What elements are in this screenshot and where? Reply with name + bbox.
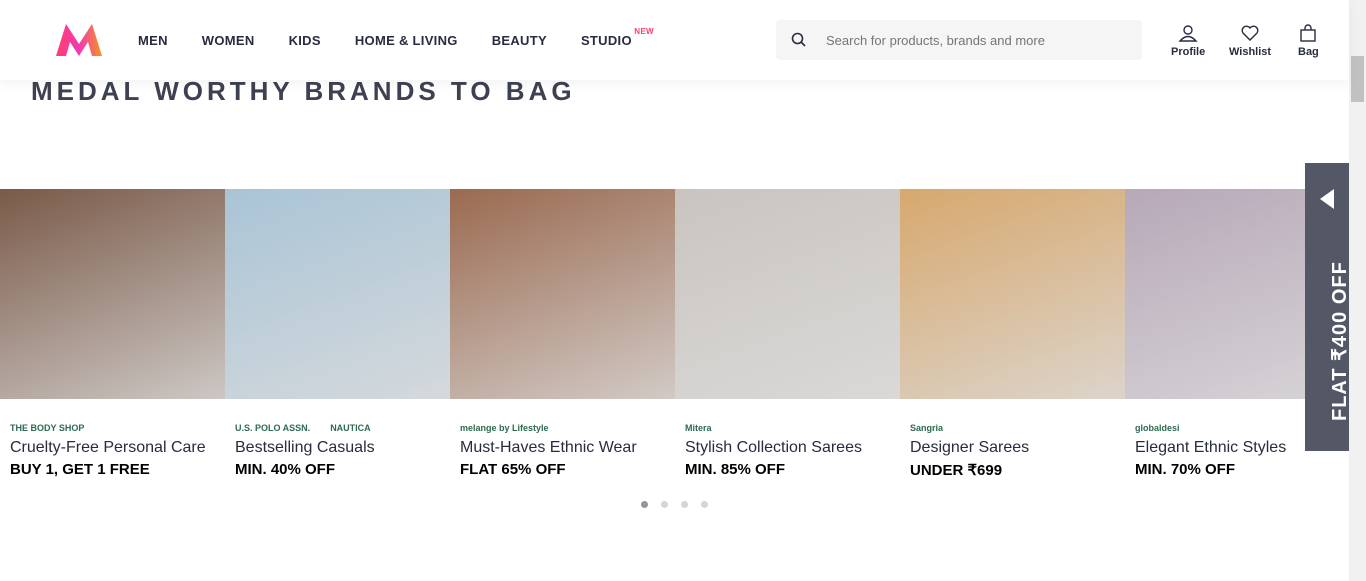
- brand-logos: U.S. POLO ASSN. NAUTICA: [235, 403, 440, 433]
- nav-beauty[interactable]: BEAUTY: [492, 33, 547, 48]
- card-image: [450, 189, 675, 399]
- card-title: Designer Sarees: [910, 439, 1030, 456]
- wishlist-button[interactable]: Wishlist: [1229, 24, 1271, 58]
- card-image: [900, 189, 1125, 399]
- search-icon: [791, 32, 806, 47]
- card-info: melange by Lifestyle Must-Haves Ethnic W…: [450, 399, 675, 484]
- brand-logos: melange by Lifestyle: [460, 403, 665, 433]
- brand-logo: Sangria: [910, 423, 944, 433]
- profile-icon: [1178, 25, 1198, 42]
- carousel-dot[interactable]: [701, 501, 708, 508]
- nav-studio-label: STUDIO: [580, 33, 632, 48]
- carousel-dot[interactable]: [641, 501, 648, 508]
- brand-logos: Mitera: [685, 403, 890, 433]
- new-badge: NEW: [634, 27, 654, 36]
- header: MEN WOMEN KIDS HOME & LIVING BEAUTY STUD…: [0, 0, 1349, 80]
- card-title: Must-Haves Ethnic Wear: [460, 439, 637, 456]
- brand-card[interactable]: Mitera Stylish Collection Sarees MIN. 85…: [675, 189, 900, 484]
- card-image: [675, 189, 900, 399]
- brand-card[interactable]: THE BODY SHOP Cruelty-Free Personal Care…: [0, 189, 225, 484]
- wishlist-label: Wishlist: [1229, 46, 1272, 58]
- arrow-left-icon: [1320, 189, 1334, 209]
- search-bar: [776, 20, 1142, 60]
- brand-logos: Sangria: [910, 403, 1115, 433]
- main-nav: MEN WOMEN KIDS HOME & LIVING BEAUTY STUD…: [138, 27, 666, 48]
- profile-button[interactable]: Profile: [1171, 24, 1205, 58]
- brand-logo: NAUTICA: [330, 423, 371, 433]
- card-info: Mitera Stylish Collection Sarees MIN. 85…: [675, 399, 900, 484]
- bag-icon: [1300, 24, 1317, 42]
- search-input[interactable]: [826, 20, 1126, 60]
- brand-logo: globaldesi: [1135, 423, 1180, 433]
- nav-kids[interactable]: KIDS: [289, 33, 321, 48]
- nav-women[interactable]: WOMEN: [202, 33, 255, 48]
- card-info: U.S. POLO ASSN. NAUTICA Bestselling Casua…: [225, 399, 450, 484]
- card-title: Bestselling Casuals: [235, 439, 375, 456]
- card-offer: MIN. 85% OFF: [685, 461, 786, 478]
- card-image: [0, 189, 225, 399]
- flat-offer-banner[interactable]: FLAT ₹400 OFF: [1305, 163, 1351, 451]
- scrollbar[interactable]: [1349, 0, 1366, 581]
- carousel-dot[interactable]: [681, 501, 688, 508]
- card-info: Sangria Designer Sarees UNDER ₹699: [900, 399, 1125, 484]
- brand-card[interactable]: U.S. POLO ASSN. NAUTICA Bestselling Casua…: [225, 189, 450, 484]
- brand-logo: THE BODY SHOP: [10, 423, 85, 433]
- brand-card[interactable]: melange by Lifestyle Must-Haves Ethnic W…: [450, 189, 675, 484]
- card-info: THE BODY SHOP Cruelty-Free Personal Care…: [0, 399, 225, 484]
- nav-home-living[interactable]: HOME & LIVING: [355, 33, 458, 48]
- brand-carousel: THE BODY SHOP Cruelty-Free Personal Care…: [0, 189, 1350, 484]
- card-image: [225, 189, 450, 399]
- section-title: MEDAL WORTHY BRANDS TO BAG: [31, 76, 576, 106]
- carousel-dot[interactable]: [661, 501, 668, 508]
- card-offer: FLAT 65% OFF: [460, 461, 566, 478]
- card-offer: BUY 1, GET 1 FREE: [10, 461, 150, 478]
- nav-men[interactable]: MEN: [138, 33, 168, 48]
- card-title: Stylish Collection Sarees: [685, 439, 862, 456]
- brand-logo: U.S. POLO ASSN.: [235, 423, 311, 433]
- nav-studio[interactable]: STUDIO NEW: [580, 27, 654, 48]
- bag-button[interactable]: Bag: [1298, 24, 1319, 58]
- card-offer: MIN. 40% OFF: [235, 461, 336, 478]
- card-offer: MIN. 70% OFF: [1135, 461, 1236, 478]
- myntra-logo[interactable]: [54, 22, 104, 58]
- brand-logo: melange by Lifestyle: [460, 423, 549, 433]
- carousel-dots: [641, 501, 708, 508]
- heart-icon: [1241, 25, 1259, 41]
- brand-logo: Mitera: [685, 423, 712, 433]
- bag-label: Bag: [1298, 46, 1319, 58]
- profile-label: Profile: [1171, 46, 1206, 58]
- brand-logos: THE BODY SHOP: [10, 403, 215, 433]
- card-title: Cruelty-Free Personal Care: [10, 439, 206, 456]
- brand-card[interactable]: Sangria Designer Sarees UNDER ₹699: [900, 189, 1125, 484]
- card-offer: UNDER ₹699: [910, 462, 1003, 479]
- scrollbar-thumb[interactable]: [1351, 56, 1364, 102]
